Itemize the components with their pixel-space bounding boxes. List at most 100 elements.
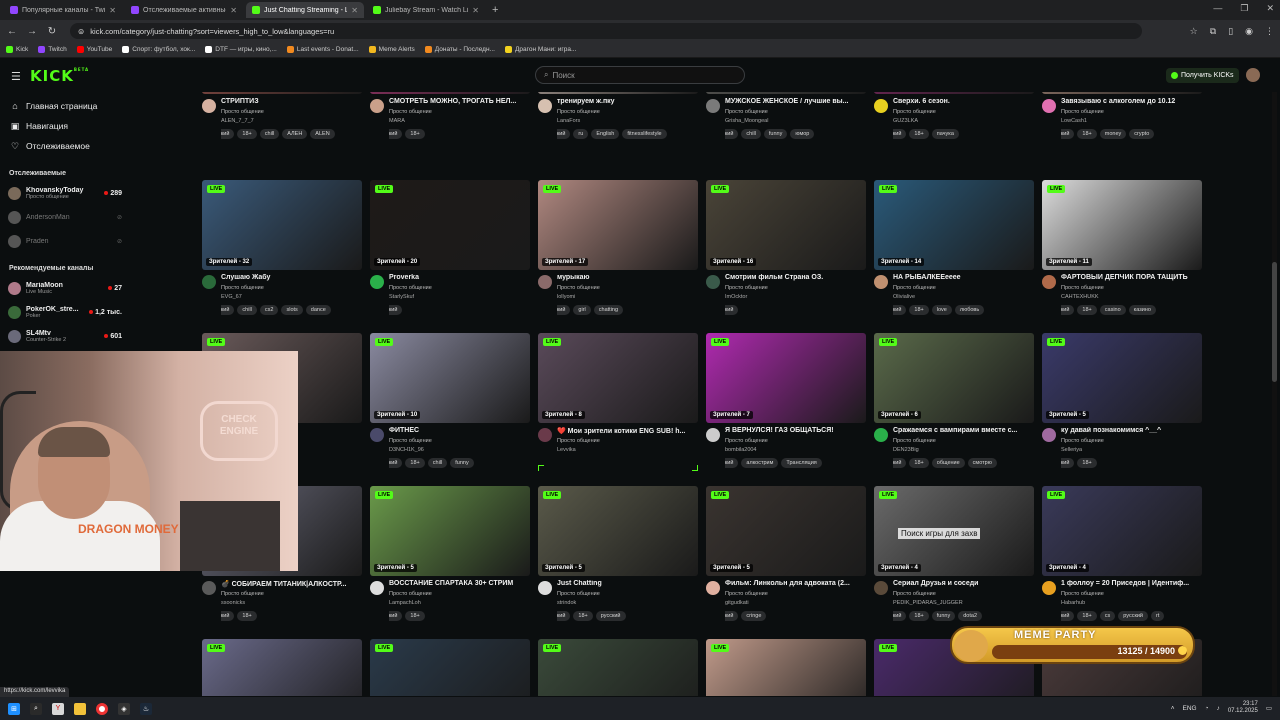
tag-chip[interactable]: алкострим	[741, 458, 779, 468]
stream-card[interactable]: LIVE Зрителей - 14 НА РЫБАЛКЕЕeeee Просто о…	[874, 180, 1036, 315]
stream-thumbnail[interactable]: LIVE Зрителей - 11	[1042, 180, 1202, 270]
back-icon[interactable]: ←	[6, 26, 18, 37]
tag-chip[interactable]: chill	[741, 129, 761, 139]
tag-chip[interactable]: 18+	[573, 611, 593, 621]
tag-chip[interactable]: 18+	[237, 611, 257, 621]
tray-chevron-icon[interactable]: ˄	[1171, 705, 1175, 712]
streamer-avatar[interactable]	[202, 99, 216, 113]
profile-icon[interactable]: ◉	[1245, 26, 1253, 37]
stream-category[interactable]: Просто общение	[1061, 109, 1204, 116]
tag-chip[interactable]: girl	[573, 305, 591, 315]
streamer-name[interactable]: strindok	[557, 600, 700, 607]
extensions-icon[interactable]: ⧉	[1210, 26, 1216, 37]
streamer-avatar[interactable]	[706, 99, 720, 113]
tag-chip[interactable]: Русский	[389, 611, 403, 621]
tag-chip[interactable]: 18+	[405, 458, 425, 468]
stream-thumbnail[interactable]: LIVE Зрителей - 20	[370, 180, 530, 270]
streamer-name[interactable]: DEN23Big	[893, 447, 1036, 454]
tag-chip[interactable]: 18+	[909, 458, 929, 468]
stream-category[interactable]: Просто общение	[893, 591, 1036, 598]
tag-chip[interactable]: Русский	[725, 458, 739, 468]
stream-thumbnail[interactable]: Зрителей - 71	[706, 92, 866, 94]
tag-chip[interactable]: АЛЕН	[282, 129, 308, 139]
stream-title[interactable]: 1 фоллоу = 20 Приседов | Идентиф...	[1061, 580, 1204, 589]
stream-title[interactable]: Proverka	[389, 274, 532, 283]
bookmark-item[interactable]: DTF — игры, кино,...	[205, 46, 277, 53]
stream-title[interactable]: мурыкаю	[557, 274, 700, 283]
stream-card[interactable]: LIVE Зрителей - 5 Just Chatting Просто обще…	[538, 486, 700, 621]
stream-thumbnail[interactable]: LIVE Зрителей - 17	[538, 180, 698, 270]
tag-chip[interactable]: love	[931, 305, 952, 315]
stream-title[interactable]: Смотрим фильм Страна ОЗ.	[725, 274, 868, 283]
sidebar-nav-item[interactable]: ▣ Навигация	[0, 116, 130, 136]
tag-chip[interactable]: Русский	[389, 129, 403, 139]
streamer-avatar[interactable]	[370, 581, 384, 595]
stream-thumbnail[interactable]: LIVE Зрителей - 4	[1042, 486, 1202, 576]
stream-thumbnail[interactable]: LIVE Зрителей - 5	[370, 486, 530, 576]
forward-icon[interactable]: →	[26, 26, 38, 37]
stream-category[interactable]: Просто общение	[1061, 438, 1204, 445]
tag-chip[interactable]: Русский	[389, 305, 403, 315]
stream-title[interactable]: ВОССТАНИЕ СПАРТАКА 30+ СТРИМ	[389, 580, 532, 589]
stream-card[interactable]: LIVE	[202, 639, 364, 696]
tag-chip[interactable]: 18+	[1077, 611, 1097, 621]
close-window-icon[interactable]: ✕	[1266, 3, 1274, 14]
tag-chip[interactable]: cs	[1099, 611, 1116, 621]
stream-thumbnail[interactable]: LIVE Поиск игры для захв Зрителей - 4	[874, 486, 1034, 576]
steam-icon[interactable]: ♨	[140, 702, 152, 715]
tag-chip[interactable]: casino	[1099, 305, 1126, 315]
streamer-avatar[interactable]	[370, 428, 384, 442]
stream-card[interactable]: LIVE Зрителей - 5 ВОССТАНИЕ СПАРТАКА 30+ С…	[370, 486, 532, 621]
stream-card[interactable]: LIVE Зрителей - 17 мурыкаю Просто общение lo…	[538, 180, 700, 315]
streamer-avatar[interactable]	[1042, 581, 1056, 595]
tag-chip[interactable]: Русский	[1061, 305, 1075, 315]
tag-chip[interactable]: русский	[595, 611, 626, 621]
tag-chip[interactable]: chill	[427, 458, 448, 468]
stream-category[interactable]: Просто общение	[221, 285, 364, 292]
stream-title[interactable]: НА РЫБАЛКЕЕeeee	[893, 274, 1036, 283]
streamer-name[interactable]: EVG_67	[221, 294, 364, 301]
wifi-icon[interactable]: ◔	[1205, 705, 1209, 712]
sidepanel-icon[interactable]: ▯	[1228, 26, 1233, 37]
tag-chip[interactable]: Русский	[221, 129, 235, 139]
tag-chip[interactable]: Русский	[221, 305, 235, 315]
tag-chip[interactable]: 18+	[237, 129, 257, 139]
stream-title[interactable]: ❤️ Мои зрители котики ENG SUB! h...	[557, 427, 700, 436]
stream-title[interactable]: ку давай познакомимся ^__^	[1061, 427, 1204, 436]
menu-icon[interactable]: ⋮	[1265, 26, 1274, 37]
tag-chip[interactable]: 18+	[405, 611, 425, 621]
stream-card[interactable]: LIVE Зрителей - 32 Слушаю Жабу Просто общен…	[202, 180, 364, 315]
notifications-icon[interactable]: ▭	[1266, 704, 1272, 712]
maximize-icon[interactable]: ❐	[1240, 3, 1248, 14]
tab-close-icon[interactable]: ✕	[109, 6, 116, 15]
sidebar-channel[interactable]: PokerOK_stre... Poker 1,2 тыс.	[0, 300, 130, 324]
streamer-name[interactable]: LowCash1	[1061, 118, 1204, 125]
streamer-name[interactable]: gitgudkati	[725, 600, 868, 607]
streamer-name[interactable]: StarlySkuf	[389, 294, 532, 301]
streamer-avatar[interactable]	[706, 275, 720, 289]
stream-card[interactable]: Зрителей - 77 СМОТРЕТЬ МОЖНО, ТРОГАТЬ НЕЛ…	[370, 92, 532, 139]
streamer-avatar[interactable]	[538, 275, 552, 289]
tag-chip[interactable]: Русский	[893, 458, 907, 468]
new-tab-button[interactable]: +	[492, 4, 498, 16]
bookmark-item[interactable]: Драгон Мани: игра...	[504, 46, 576, 53]
tab-close-icon[interactable]: ✕	[472, 6, 479, 15]
stream-thumbnail[interactable]: LIVE	[370, 639, 530, 696]
page-scrollbar[interactable]	[1272, 92, 1277, 696]
stream-card[interactable]: LIVE Зрителей - 20 Proverka Просто общение S…	[370, 180, 532, 315]
kick-logo[interactable]: KICKBETA	[30, 67, 89, 85]
streamer-avatar[interactable]	[874, 428, 888, 442]
streamer-name[interactable]: Habarhub	[1061, 600, 1204, 607]
scrollbar-thumb[interactable]	[1272, 262, 1277, 382]
stream-thumbnail[interactable]: LIVE Зрителей - 32	[202, 180, 362, 270]
streamer-name[interactable]: Selleriya	[1061, 447, 1204, 454]
tag-chip[interactable]: dance	[305, 305, 331, 315]
stream-category[interactable]: Просто общение	[557, 438, 700, 445]
yandex-browser-icon[interactable]: Y	[52, 702, 64, 715]
stream-thumbnail[interactable]: LIVE Зрителей - 7	[706, 333, 866, 423]
streamer-avatar[interactable]	[874, 99, 888, 113]
url-input[interactable]: ⊜ kick.com/category/just-chatting?sort=v…	[70, 23, 1142, 39]
browser-tab[interactable]: Популярные каналы - Twitch✕	[4, 2, 122, 18]
stream-category[interactable]: Просто общение	[557, 109, 700, 116]
stream-title[interactable]: МУЖСКОЕ ЖЕНСКОЕ / лучшие вы...	[725, 98, 868, 107]
